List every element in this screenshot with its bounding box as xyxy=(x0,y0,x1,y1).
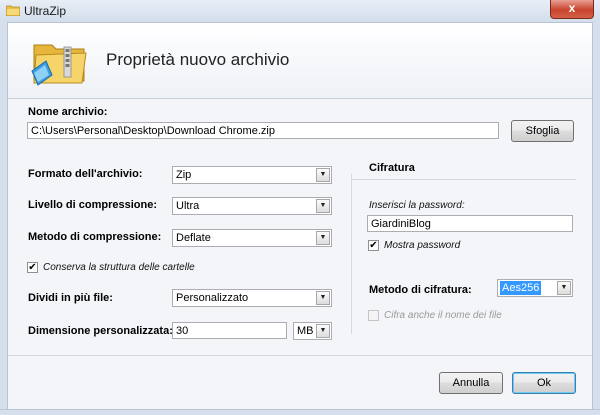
password-label: Inserisci la password: xyxy=(369,200,465,211)
size-unit-select[interactable]: MB ▼ xyxy=(293,322,332,340)
chevron-down-icon: ▼ xyxy=(316,168,330,182)
encryption-divider-left xyxy=(351,174,352,334)
split-select[interactable]: Personalizzato ▼ xyxy=(172,289,332,307)
encryption-section-title: Cifratura xyxy=(369,162,415,174)
password-input[interactable] xyxy=(367,215,573,232)
footer-divider xyxy=(8,355,592,356)
chevron-down-icon: ▼ xyxy=(557,281,571,295)
compression-method-value: Deflate xyxy=(176,232,211,244)
encrypt-filenames-checkbox[interactable] xyxy=(368,310,379,321)
custom-size-label: Dimensione personalizzata: xyxy=(28,325,173,337)
cancel-button[interactable]: Annulla xyxy=(439,372,503,394)
format-label: Formato dell'archivio: xyxy=(28,168,143,180)
format-select-value: Zip xyxy=(176,169,192,181)
dialog-header: Proprietà nuovo archivio xyxy=(8,23,592,99)
size-unit-value: MB xyxy=(297,325,314,337)
compression-method-label: Metodo di compressione: xyxy=(28,231,162,243)
encryption-divider-top xyxy=(351,179,576,180)
compression-level-label: Livello di compressione: xyxy=(28,199,157,211)
show-password-checkbox[interactable]: ✔ xyxy=(368,240,379,251)
encryption-method-label: Metodo di cifratura: xyxy=(369,284,472,296)
keep-structure-checkbox[interactable]: ✔ xyxy=(27,262,38,273)
title-bar[interactable]: UltraZip x xyxy=(0,0,600,23)
split-label: Dividi in più file: xyxy=(28,292,113,304)
archive-name-label: Nome archivio: xyxy=(28,106,108,118)
chevron-down-icon: ▼ xyxy=(316,199,330,213)
encrypt-filenames-label: Cifra anche il nome dei file xyxy=(384,310,502,321)
archive-path-input[interactable] xyxy=(27,122,499,139)
compression-method-select[interactable]: Deflate ▼ xyxy=(172,229,332,247)
show-password-label: Mostra password xyxy=(384,240,461,251)
custom-size-input[interactable] xyxy=(172,322,287,339)
window-frame-bottom xyxy=(0,409,600,415)
compression-level-select[interactable]: Ultra ▼ xyxy=(172,197,332,215)
zip-folder-icon xyxy=(31,44,87,86)
encryption-method-value: Aes256 xyxy=(500,281,542,295)
dialog-title: Proprietà nuovo archivio xyxy=(106,50,290,69)
folder-icon xyxy=(6,5,20,16)
chevron-down-icon: ▼ xyxy=(316,291,330,305)
split-select-value: Personalizzato xyxy=(176,292,249,304)
dialog-content: Nome archivio: Sfoglia Formato dell'arch… xyxy=(8,99,592,409)
ok-button[interactable]: Ok xyxy=(512,372,576,394)
keep-structure-label: Conserva la struttura delle cartelle xyxy=(43,262,195,273)
window-frame-left xyxy=(0,22,8,415)
browse-button[interactable]: Sfoglia xyxy=(511,120,574,142)
encryption-method-select[interactable]: Aes256 ▼ xyxy=(497,279,573,297)
chevron-down-icon: ▼ xyxy=(316,324,330,338)
close-button[interactable]: x xyxy=(550,0,594,19)
chevron-down-icon: ▼ xyxy=(316,231,330,245)
window-frame-right xyxy=(592,22,600,415)
window-title: UltraZip xyxy=(24,4,67,18)
compression-level-value: Ultra xyxy=(176,200,200,212)
format-select[interactable]: Zip ▼ xyxy=(172,166,332,184)
